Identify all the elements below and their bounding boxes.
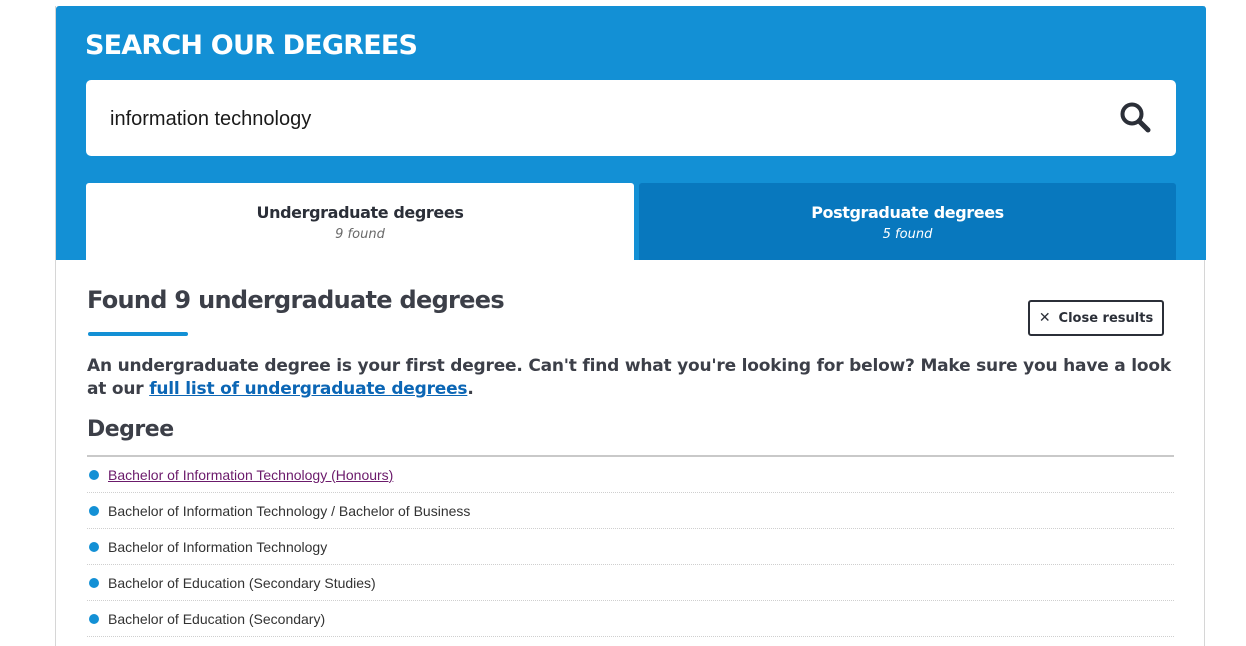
search-input[interactable] bbox=[108, 100, 1092, 138]
results-heading: Found 9 undergraduate degrees bbox=[87, 286, 505, 314]
tab-count: 9 found bbox=[335, 227, 385, 242]
list-item: Bachelor of Information Technology bbox=[87, 529, 1174, 565]
search-header: SEARCH OUR DEGREES Undergraduate degrees… bbox=[56, 6, 1206, 260]
close-results-button[interactable]: ✕ Close results bbox=[1028, 300, 1164, 336]
bullet-icon bbox=[89, 541, 99, 552]
bullet-icon bbox=[89, 469, 99, 480]
degree-list: Bachelor of Information Technology (Hono… bbox=[87, 457, 1174, 637]
search-box bbox=[86, 80, 1176, 156]
degree-link[interactable]: Bachelor of Education (Secondary) bbox=[108, 611, 325, 627]
results-intro: An undergraduate degree is your first de… bbox=[87, 355, 1177, 401]
list-item: Bachelor of Information Technology / Bac… bbox=[87, 493, 1174, 529]
degree-link[interactable]: Bachelor of Education (Secondary Studies… bbox=[108, 575, 376, 591]
tab-label: Postgraduate degrees bbox=[811, 203, 1004, 222]
intro-end: . bbox=[467, 379, 474, 399]
degree-link[interactable]: Bachelor of Information Technology (Hono… bbox=[108, 467, 393, 483]
list-item: Bachelor of Education (Secondary Studies… bbox=[87, 565, 1174, 601]
list-item: Bachelor of Information Technology (Hono… bbox=[87, 457, 1174, 493]
degree-link[interactable]: Bachelor of Information Technology bbox=[108, 539, 327, 555]
bullet-icon bbox=[89, 613, 99, 624]
close-icon: ✕ bbox=[1038, 310, 1051, 326]
search-button[interactable] bbox=[1118, 100, 1154, 136]
search-icon bbox=[1120, 102, 1151, 133]
degree-column-heading: Degree bbox=[87, 417, 174, 442]
list-item: Bachelor of Education (Secondary) bbox=[87, 601, 1174, 637]
close-results-label: Close results bbox=[1058, 310, 1154, 326]
tab-label: Undergraduate degrees bbox=[256, 203, 464, 222]
degree-link[interactable]: Bachelor of Information Technology / Bac… bbox=[108, 503, 470, 519]
tab-postgraduate[interactable]: Postgraduate degrees 5 found bbox=[639, 183, 1176, 260]
tab-count: 5 found bbox=[882, 227, 933, 242]
degree-search-panel: SEARCH OUR DEGREES Undergraduate degrees… bbox=[55, 6, 1206, 646]
full-list-link[interactable]: full list of undergraduate degrees bbox=[149, 379, 467, 399]
heading-underline bbox=[88, 332, 188, 336]
bullet-icon bbox=[89, 577, 99, 588]
bullet-icon bbox=[89, 505, 99, 516]
page-title: SEARCH OUR DEGREES bbox=[85, 30, 418, 61]
tab-undergraduate[interactable]: Undergraduate degrees 9 found bbox=[86, 183, 634, 260]
